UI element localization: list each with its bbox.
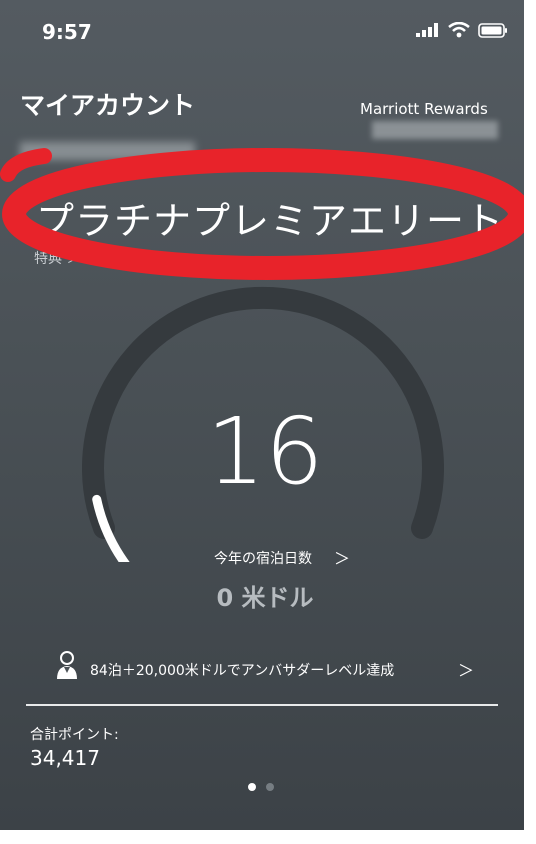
ambassador-person-icon xyxy=(57,651,77,679)
page-indicator[interactable] xyxy=(248,783,274,791)
wifi-icon xyxy=(448,22,470,38)
account-screen: 9:57 マイアカウント Marriott Rewards プラチナプレミアエリ… xyxy=(0,0,524,830)
goal-text: 84泊＋20,000米ドルでアンバサダーレベル達成 xyxy=(90,663,395,679)
clock-time: 9:57 xyxy=(42,20,92,44)
page-dot[interactable] xyxy=(266,783,274,791)
status-icons xyxy=(416,22,508,38)
battery-icon xyxy=(478,22,507,38)
chevron-right-icon[interactable]: ＞ xyxy=(334,545,350,569)
page-dot[interactable] xyxy=(248,783,256,791)
red-highlight-circle xyxy=(0,148,524,280)
program-name: Marriott Rewards xyxy=(360,100,488,118)
page-title: マイアカウント xyxy=(20,91,196,120)
screenshot-margin xyxy=(524,0,536,844)
ambassador-goal-link[interactable]: 84泊＋20,000米ドルでアンバサダーレベル達成 ＞ xyxy=(54,651,494,682)
redacted-member-number xyxy=(372,121,498,139)
status-bar: 9:57 xyxy=(0,0,524,60)
nights-count: 16 xyxy=(206,398,324,505)
nights-label[interactable]: 今年の宿泊日数 xyxy=(178,548,348,568)
total-points-label: 合計ポイント: xyxy=(30,727,119,743)
total-points-value: 34,417 xyxy=(30,746,100,770)
annual-spend: 0 米ドル xyxy=(216,584,314,612)
divider xyxy=(26,704,498,706)
cellular-signal-icon xyxy=(416,23,438,37)
chevron-right-icon: ＞ xyxy=(458,661,475,680)
